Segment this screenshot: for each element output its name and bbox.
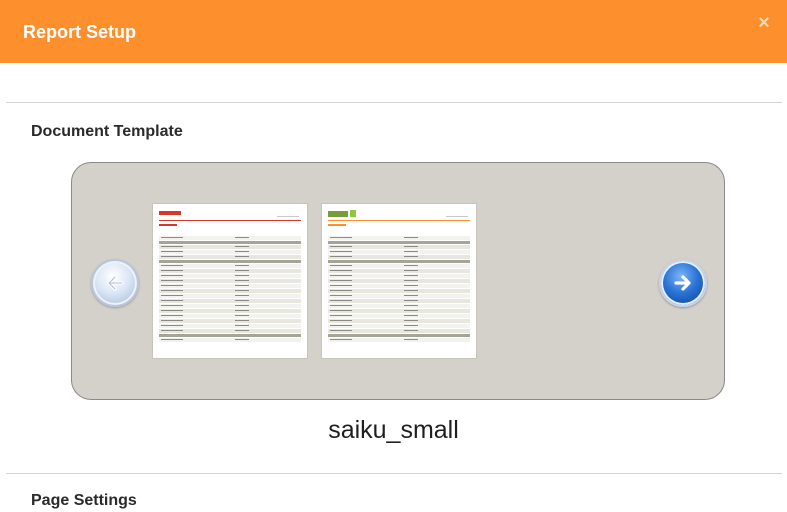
arrow-right-icon — [674, 275, 691, 291]
template-thumbnail[interactable] — [153, 204, 307, 358]
template-logo — [159, 211, 181, 215]
template-thumbnail[interactable] — [322, 204, 476, 358]
section-divider — [6, 102, 782, 103]
selected-template-name: saiku_small — [328, 416, 459, 444]
page-settings-heading: Page Settings — [31, 492, 137, 509]
section-divider — [6, 473, 782, 474]
template-logo — [328, 211, 348, 217]
carousel-prev-button[interactable] — [91, 259, 139, 307]
dialog-header: Report Setup × — [0, 0, 787, 63]
document-template-heading: Document Template — [31, 123, 183, 140]
carousel-next-button[interactable] — [659, 259, 707, 307]
close-button[interactable]: × — [755, 12, 773, 34]
arrow-left-icon — [107, 275, 124, 291]
dialog-title: Report Setup — [23, 22, 137, 42]
close-icon: × — [758, 12, 770, 34]
